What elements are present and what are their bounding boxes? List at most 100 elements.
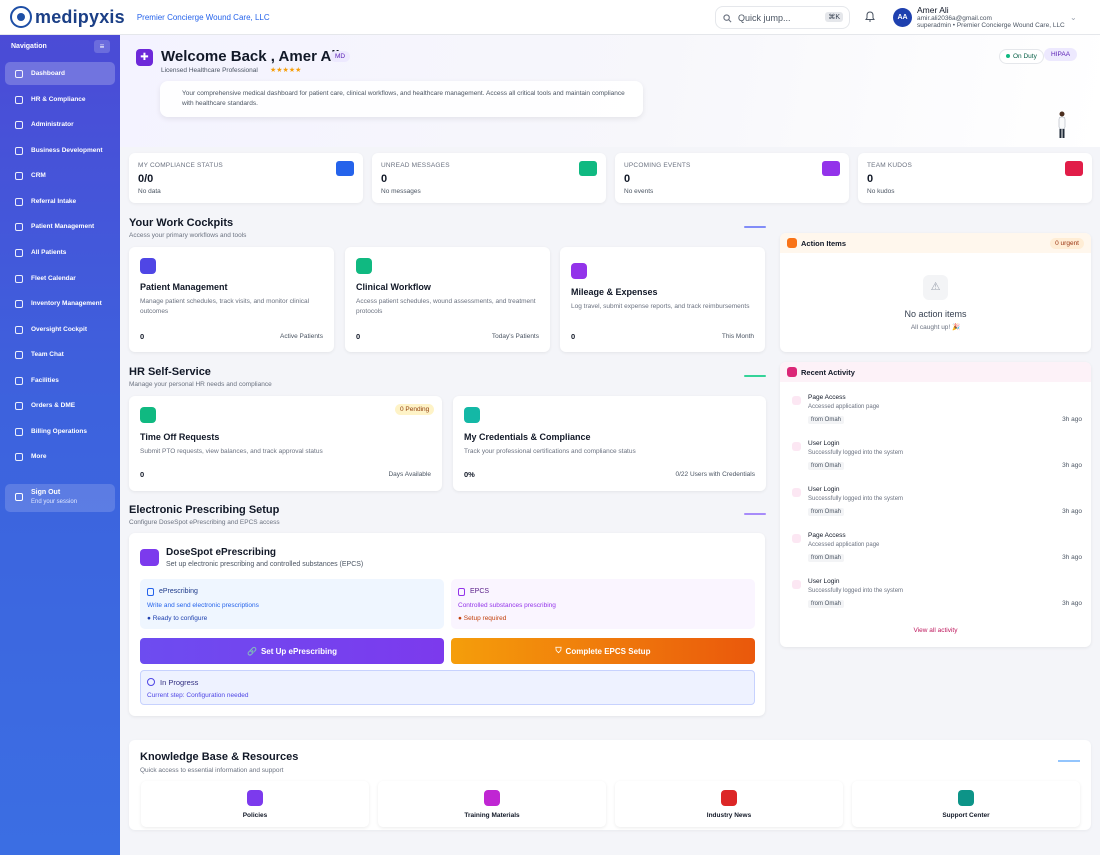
calendar-icon — [15, 274, 23, 283]
quick-jump-search[interactable]: Quick jump... ⌘K — [715, 6, 850, 29]
stat-card[interactable]: TEAM KUDOS 0 No kudos — [858, 153, 1092, 203]
shield-icon — [15, 95, 23, 104]
cockpit-description: Log travel, submit expense reports, and … — [571, 303, 750, 310]
activity-time: 3h ago — [1062, 462, 1082, 469]
stat-label: MY COMPLIANCE STATUS — [138, 162, 223, 169]
resource-icon — [247, 790, 263, 806]
eprescribing-status: ● Ready to configure — [147, 615, 208, 622]
resource-card[interactable]: Policies — [141, 781, 369, 827]
resource-card[interactable]: Training Materials — [378, 781, 606, 827]
sidebar-item-team-chat[interactable]: Team Chat — [5, 343, 115, 366]
sidebar-item-orders-dme[interactable]: Orders & DME — [5, 394, 115, 417]
complete-epcs-label: Complete EPCS Setup — [565, 646, 651, 656]
activity-item[interactable]: Page Access Accessed application page from… — [792, 394, 1082, 434]
logout-icon — [15, 493, 23, 501]
stat-subtext: No kudos — [867, 188, 895, 195]
alert-icon — [787, 238, 797, 248]
complete-epcs-button[interactable]: ⛉ Complete EPCS Setup — [451, 638, 755, 664]
logo-icon — [10, 6, 32, 28]
organization-name: Premier Concierge Wound Care, LLC — [136, 12, 270, 22]
cockpit-title: Clinical Workflow — [356, 282, 431, 292]
avatar[interactable]: AA — [893, 8, 912, 27]
quick-jump-placeholder: Quick jump... — [738, 12, 791, 23]
sidebar-item-crm[interactable]: CRM — [5, 164, 115, 187]
sign-out-sublabel: End your session — [31, 499, 78, 505]
sidebar-item-label: Orders & DME — [31, 402, 76, 409]
dosespot-subtitle: Set up electronic prescribing and contro… — [166, 561, 364, 568]
stat-label: UPCOMING EVENTS — [624, 162, 691, 169]
activity-time: 3h ago — [1062, 600, 1082, 607]
stat-icon — [1065, 161, 1083, 176]
user-menu[interactable]: Amer Ali amir.ali2036a@gmail.com superad… — [917, 5, 1065, 30]
stat-card[interactable]: MY COMPLIANCE STATUS 0/0 No data — [129, 153, 363, 203]
stat-card[interactable]: UPCOMING EVENTS 0 No events — [615, 153, 849, 203]
hr-subtitle: Manage your personal HR needs and compli… — [129, 381, 272, 388]
cockpit-footer: This Month — [721, 333, 754, 340]
sign-out-label: Sign Out — [31, 489, 61, 496]
activity-description: Successfully logged into the system — [808, 588, 904, 594]
sidebar-item-administrator[interactable]: Administrator — [5, 113, 115, 136]
activity-icon — [792, 580, 801, 589]
setup-eprescribing-label: Set Up ePrescribing — [260, 646, 337, 656]
activity-description: Successfully logged into the system — [808, 496, 904, 502]
cockpit-card[interactable]: Patient Management Manage patient schedul… — [129, 247, 334, 352]
brand-name: medipyxis — [35, 6, 125, 27]
stat-card[interactable]: UNREAD MESSAGES 0 No messages — [372, 153, 606, 203]
resource-card[interactable]: Support Center — [852, 781, 1080, 827]
sidebar-item-business-development[interactable]: Business Development — [5, 139, 115, 162]
epcs-status: ● Setup required — [458, 615, 507, 622]
sidebar-item-inventory-management[interactable]: Inventory Management — [5, 292, 115, 315]
activity-source: from Omah — [808, 554, 845, 562]
users-icon — [15, 248, 23, 257]
cockpits-title: Your Work Cockpits — [129, 217, 234, 229]
activity-item[interactable]: User Login Successfully logged into the s… — [792, 578, 1082, 618]
sidebar-item-label: Dashboard — [31, 70, 65, 77]
resource-icon — [721, 790, 737, 806]
cockpit-count: 0 — [571, 332, 576, 341]
sidebar-item-hr-compliance[interactable]: HR & Compliance — [5, 88, 115, 111]
hr-card[interactable]: My Credentials & Compliance Track your pr… — [453, 396, 766, 491]
professional-title: Licensed Healthcare Professional — [161, 67, 258, 74]
sidebar-item-all-patients[interactable]: All Patients — [5, 241, 115, 264]
stat-icon — [822, 161, 840, 176]
sidebar-item-more[interactable]: More — [5, 445, 115, 468]
sidebar-item-patient-management[interactable]: Patient Management — [5, 215, 115, 238]
cockpit-card[interactable]: Clinical Workflow Access patient schedule… — [345, 247, 550, 352]
hr-card-title: My Credentials & Compliance — [464, 432, 591, 442]
sidebar-item-facilities[interactable]: Facilities — [5, 369, 115, 392]
sidebar-item-referral-intake[interactable]: Referral Intake — [5, 190, 115, 213]
hr-title: HR Self-Service — [129, 366, 211, 378]
on-duty-status[interactable]: On Duty — [999, 49, 1044, 64]
knowledge-base-subtitle: Quick access to essential information an… — [140, 767, 284, 774]
activity-source: from Omah — [808, 508, 845, 516]
sidebar-item-dashboard[interactable]: Dashboard — [5, 62, 115, 85]
resource-card[interactable]: Industry News — [615, 781, 843, 827]
view-all-activity-link[interactable]: View all activity — [780, 627, 1091, 634]
activity-item[interactable]: User Login Successfully logged into the s… — [792, 486, 1082, 526]
menu-toggle-icon[interactable]: ≡ — [94, 40, 110, 53]
sidebar-item-oversight-cockpit[interactable]: Oversight Cockpit — [5, 318, 115, 341]
cockpit-icon — [140, 258, 156, 274]
box-icon — [15, 299, 23, 308]
activity-icon — [15, 325, 23, 334]
cockpit-title: Patient Management — [140, 282, 228, 292]
section-divider — [1058, 760, 1080, 762]
chevron-down-icon[interactable]: ⌄ — [1070, 13, 1077, 22]
document-icon — [147, 588, 154, 596]
sign-out-button[interactable]: Sign Out End your session — [5, 484, 115, 512]
bell-icon[interactable] — [865, 11, 875, 22]
sidebar-item-fleet-calendar[interactable]: Fleet Calendar — [5, 267, 115, 290]
activity-description: Accessed application page — [808, 404, 880, 410]
cockpit-title: Mileage & Expenses — [571, 287, 658, 297]
sidebar-item-billing-operations[interactable]: Billing Operations — [5, 420, 115, 443]
hr-card[interactable]: Time Off Requests Submit PTO requests, vi… — [129, 396, 442, 491]
cockpit-card[interactable]: Mileage & Expenses Log travel, submit exp… — [560, 247, 765, 352]
stat-subtext: No events — [624, 188, 654, 195]
brand-logo[interactable]: medipyxis — [10, 6, 125, 28]
setup-eprescribing-button[interactable]: 🔗 Set Up ePrescribing — [140, 638, 444, 664]
clock-icon — [147, 678, 155, 686]
sidebar-item-label: Oversight Cockpit — [31, 326, 87, 333]
activity-source: from Omah — [808, 462, 845, 470]
activity-item[interactable]: User Login Successfully logged into the s… — [792, 440, 1082, 480]
activity-item[interactable]: Page Access Accessed application page from… — [792, 532, 1082, 572]
